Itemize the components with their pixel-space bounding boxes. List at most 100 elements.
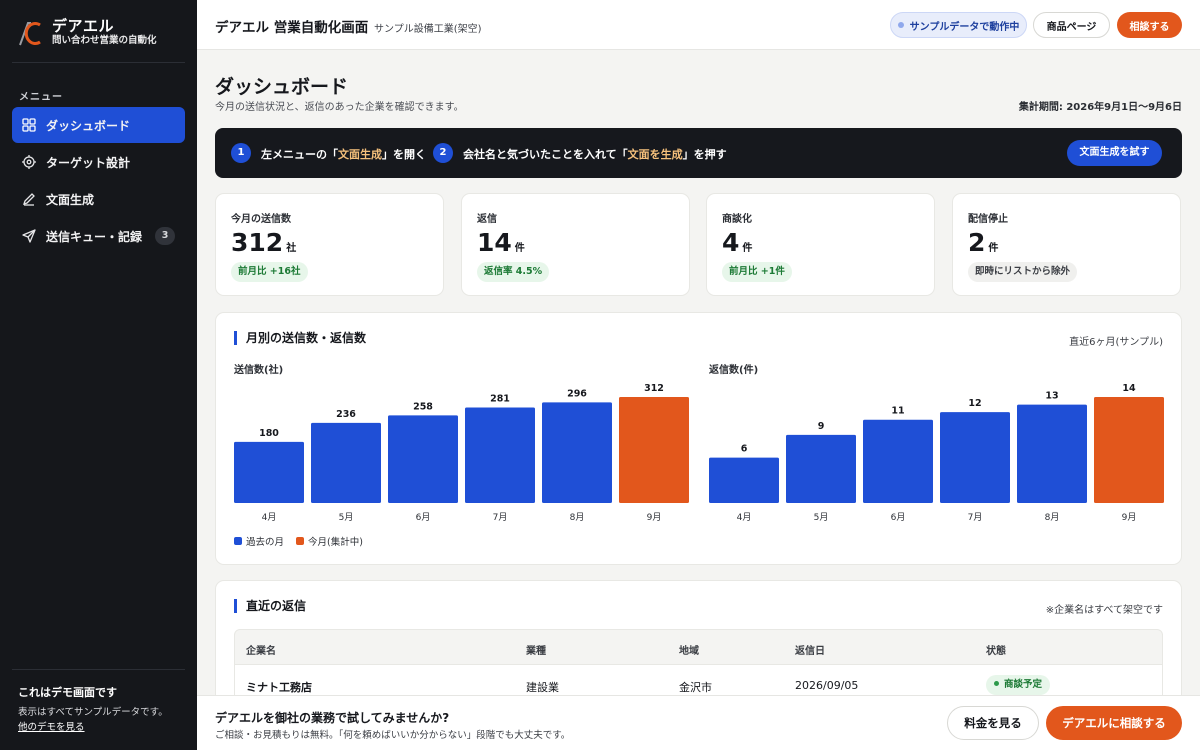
kpi-card-replies: 返信 14 件 返信率 4.5% (461, 193, 690, 296)
bar (619, 397, 689, 503)
chart-legend: 過去の月 今月(集計中) (234, 534, 363, 548)
bar (388, 415, 458, 503)
sidebar-nav: ダッシュボード ターゲット設計 文面生成 送信キュー・記録 3 (12, 107, 185, 255)
kpi-label: 配信停止 (968, 214, 1008, 225)
step-2-number: 2 (433, 143, 453, 163)
legend-current: 今月(集計中) (296, 534, 363, 548)
column-header[interactable]: 地域 (679, 642, 699, 657)
bar (542, 402, 612, 503)
pen-icon (22, 193, 35, 206)
bar (786, 434, 856, 503)
data-label: 12 (968, 398, 981, 409)
cell-region: 金沢市 (679, 681, 712, 694)
reply-chart-title: 返信数(件) (709, 365, 759, 376)
sidebar-item-label: 文面生成 (46, 192, 95, 207)
consult-dearu-button[interactable]: デアエルに相談する (1046, 706, 1182, 740)
kpi-value: 4件 (722, 228, 753, 257)
kpi-tag: 前月比 +16社 (231, 262, 308, 282)
data-label: 180 (259, 428, 279, 439)
page-description: 今月の送信状況と、返信のあった企業を確認できます。 (215, 102, 464, 113)
data-label: 258 (413, 401, 433, 412)
sidebar-item-label: ターゲット設計 (46, 155, 131, 170)
x-tick-label: 6月 (891, 512, 906, 523)
data-label: 11 (891, 406, 904, 417)
kpi-label: 今月の送信数 (231, 214, 291, 225)
view-pricing-button[interactable]: 料金を見る (947, 706, 1039, 740)
data-label: 14 (1122, 383, 1136, 394)
bar (234, 441, 304, 503)
queue-count-badge: 3 (155, 227, 175, 245)
kpi-tag: 返信率 4.5% (477, 262, 550, 282)
sidebar-item-label: 送信キュー・記録 (46, 229, 143, 244)
x-tick-label: 8月 (1045, 512, 1060, 523)
cta-bar: デアエルを御社の業務で試してみませんか? ご相談・お見積もりは無料。「何を頼めば… (197, 695, 1200, 750)
brand[interactable]: デアエル 問い合わせ営業の自動化 (18, 18, 157, 47)
kpi-cards: 今月の送信数 312 社 前月比 +16社 返信 14 件 返信率 4.5% 商談化… (215, 193, 1182, 296)
topbar: デアエル 営業自動化画面 サンプル設備工業(架空) サンプルデータで動作中 商品… (197, 0, 1200, 50)
sidebar-divider (12, 669, 185, 670)
menu-label: メニュー (19, 92, 63, 103)
bar (863, 419, 933, 503)
table-header: 企業名 業種 地域 返信日 状態 (234, 629, 1163, 665)
consult-button[interactable]: 相談する (1117, 12, 1182, 38)
sample-data-status: サンプルデータで動作中 (890, 12, 1027, 38)
sent-bar-chart: 180 4月 236 5月 258 6月 281 7月 296 8月 312 9月 (234, 383, 689, 523)
status-text: サンプルデータで動作中 (909, 21, 1020, 33)
bar (1094, 397, 1164, 503)
kpi-card-deals: 商談化 4件 前月比 +1件 (706, 193, 935, 296)
brand-name: デアエル (52, 17, 115, 35)
legend-swatch (296, 537, 305, 545)
cell-reply-date: 2026/09/05 (795, 679, 859, 692)
x-tick-label: 8月 (570, 512, 585, 523)
step-1-text: 左メニューの「文面生成」を開く (261, 148, 426, 161)
legend-swatch (234, 537, 242, 545)
kpi-tag: 即時にリストから除外 (968, 262, 1078, 282)
sidebar-divider (12, 62, 185, 63)
sent-chart-title: 送信数(社) (234, 365, 284, 376)
app-title: デアエル 営業自動化画面 (215, 20, 369, 36)
bar (940, 412, 1010, 503)
other-demos-link[interactable]: 他のデモを見る (18, 720, 188, 735)
status-dot-icon (994, 681, 999, 686)
kpi-card-unsubscribed: 配信停止 2件 即時にリストから除外 (952, 193, 1181, 296)
bar (311, 422, 381, 503)
step-1-number: 1 (231, 143, 251, 163)
product-page-button[interactable]: 商品ページ (1033, 12, 1110, 38)
logo-icon (19, 21, 41, 45)
demo-title: これはデモ画面です (18, 686, 117, 699)
column-header[interactable]: 返信日 (795, 642, 825, 657)
column-header[interactable]: 企業名 (246, 642, 276, 657)
data-label: 296 (567, 388, 587, 399)
company-name: サンプル設備工業(架空) (374, 24, 482, 35)
x-tick-label: 7月 (968, 512, 983, 523)
x-tick-label: 6月 (416, 512, 431, 523)
cta-title: デアエルを御社の業務で試してみませんか? (215, 711, 450, 725)
sidebar-item-queue[interactable]: 送信キュー・記録 3 (12, 218, 185, 254)
grid-icon (22, 118, 36, 132)
demo-text: 表示はすべてサンプルデータです。 (18, 707, 168, 718)
column-header[interactable]: 業種 (526, 642, 546, 657)
brand-tagline: 問い合わせ営業の自動化 (52, 35, 157, 46)
column-header[interactable]: 状態 (986, 642, 1006, 657)
data-label: 9 (818, 421, 825, 432)
kpi-card-sent: 今月の送信数 312 社 前月比 +16社 (215, 193, 444, 296)
status-badge: 商談予定 (986, 675, 1051, 695)
bar (709, 457, 779, 503)
sidebar-item-dashboard[interactable]: ダッシュボード (12, 107, 185, 143)
step-2-text: 会社名と気づいたことを入れて「文面を生成」を押す (463, 148, 727, 161)
legend-past: 過去の月 (234, 534, 284, 548)
sidebar-item-label: ダッシュボード (46, 118, 131, 133)
bar (465, 407, 535, 503)
kpi-value: 14 件 (477, 228, 525, 257)
try-compose-button[interactable]: 文面生成を試す (1067, 140, 1162, 166)
monthly-chart-card: 月別の送信数・返信数 直近6ヶ月(サンプル) 送信数(社) 返信数(件) 180… (215, 312, 1182, 565)
chart-card-title: 月別の送信数・返信数 (234, 331, 366, 345)
kpi-tag: 前月比 +1件 (722, 262, 792, 282)
sidebar-item-target[interactable]: ターゲット設計 (12, 144, 185, 180)
page-title: ダッシュボード (215, 76, 349, 98)
replies-title: 直近の返信 (234, 599, 306, 613)
sidebar: デアエル 問い合わせ営業の自動化 メニュー ダッシュボード ターゲット設計 文面… (0, 0, 197, 750)
target-icon (22, 155, 36, 169)
kpi-label: 商談化 (722, 214, 752, 225)
sidebar-item-compose[interactable]: 文面生成 (12, 181, 185, 217)
